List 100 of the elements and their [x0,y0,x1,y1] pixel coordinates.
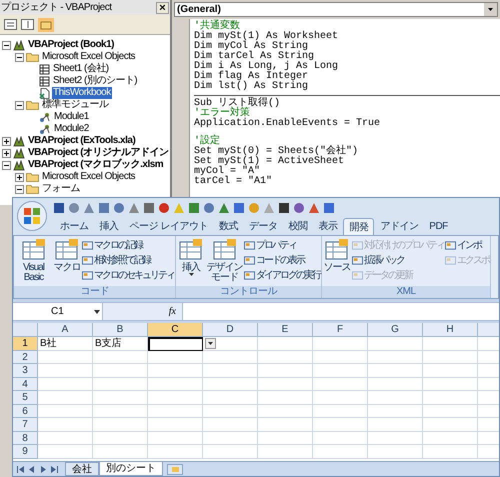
command-icon [244,270,255,281]
code-line: Dim flag As Integer [194,72,310,82]
command-icon [82,255,93,266]
tree-item[interactable]: Module2 [53,123,90,135]
tree-item[interactable]: Module1 [53,111,90,123]
expand-icon[interactable] [2,136,11,146]
ribbon-tab[interactable]: ホーム [55,218,94,235]
column-header[interactable] [478,323,499,337]
sheet-navigation-icon[interactable] [17,466,61,472]
sheet-tab[interactable]: 会社 [65,462,99,476]
project-icon [13,40,25,50]
ribbon-command[interactable]: ダイアログの実行 [256,268,320,283]
column-header[interactable]: H [423,323,478,337]
ribbon-command[interactable]: マクロの記録 [94,238,142,253]
grid-cell[interactable]: B支店 [93,337,148,350]
tree-item[interactable]: フォーム [41,183,81,195]
tree-item[interactable]: Microsoft Excel Objects [41,171,136,183]
ribbon-tab[interactable]: ページ レイアウト [124,218,213,235]
code-comment: '設定 [194,137,220,147]
tree-item[interactable]: Sheet2 (別のシート) [52,75,138,87]
row-header[interactable]: 6 [13,404,38,418]
column-header[interactable]: F [313,323,368,337]
toolbar-icon[interactable] [143,202,155,214]
select-all-button[interactable] [13,323,38,337]
code-line: tarCel = "A1" [194,177,274,187]
ribbon-command[interactable]: プロパティ [256,238,296,253]
close-button[interactable]: × [156,2,169,14]
ribbon-tab[interactable]: アドイン [375,218,424,235]
ribbon-button[interactable]: ソース [323,238,351,286]
ribbon-tab[interactable]: 開発 [343,218,374,235]
collapse-icon[interactable] [15,100,24,110]
tree-item[interactable]: ThisWorkbook [52,87,112,99]
sheet-icon [39,76,50,86]
ribbon-command[interactable]: コードの表示 [256,253,304,268]
code-line: Set mySt(0) = Sheets("会社") [194,147,360,157]
folder-icon [26,184,39,194]
row-header[interactable]: 5 [13,391,38,404]
tree-item[interactable]: 標準モジュール [41,99,110,111]
code-line: Dim lst() As String [194,82,310,92]
ribbon-tab[interactable]: 挿入 [94,218,124,235]
insert-sheet-icon[interactable] [167,464,183,474]
expand-icon[interactable] [2,148,11,158]
column-header[interactable]: E [258,323,313,337]
view-code-icon[interactable] [21,19,34,30]
sheet-tab[interactable]: 別のシート [99,462,163,476]
tree-item[interactable]: VBAProject (オリジナルアドイン [27,147,170,159]
column-header[interactable]: B [93,323,148,337]
ribbon-tab[interactable]: 校閲 [283,218,312,235]
toolbar-icon[interactable] [53,202,65,214]
view-object-icon[interactable] [4,19,17,30]
ribbon-command[interactable]: マクロのセキュリティ [94,268,174,283]
command-icon [82,270,93,281]
collapse-icon[interactable] [15,52,24,62]
project-icon [13,136,25,146]
ribbon-button[interactable]: 挿入 [177,238,205,286]
tree-item[interactable]: VBAProject (マクロブック.xlsm [27,159,164,171]
tree-item[interactable]: Sheet1 (会社) [52,63,110,75]
grid-cell[interactable] [148,337,203,350]
command-icon [244,240,255,251]
toolbar-icon[interactable] [278,202,290,214]
ribbon-button[interactable]: Visual Basic [15,238,52,286]
function-button[interactable]: fx [168,304,176,319]
command-icon [352,240,363,251]
ribbon-command[interactable]: インポ [457,238,481,253]
folder-toggle-icon[interactable] [38,18,54,32]
ribbon-command[interactable]: 相対参照で記録 [94,253,150,268]
row-header[interactable]: 8 [13,432,38,445]
row-header[interactable]: 9 [13,445,38,458]
row-header[interactable]: 3 [13,364,38,378]
object-dropdown[interactable]: (General) [174,2,498,17]
ribbon-tab[interactable]: 表示 [313,218,342,235]
collapse-icon[interactable] [15,184,24,194]
column-header[interactable]: A [38,323,93,337]
row-header[interactable]: 2 [13,350,38,364]
row-header[interactable]: 4 [13,378,38,391]
ribbon-button[interactable]: マクロ [53,238,81,286]
command-icon [20,238,46,262]
ribbon-tab[interactable]: PDF [424,218,453,235]
column-header[interactable]: D [203,323,258,337]
toolbar-icon[interactable] [293,202,305,214]
code-comment: '共通変数 [194,22,240,32]
tree-item[interactable]: Microsoft Excel Objects [41,51,136,63]
tree-item[interactable]: VBAProject (ExTools.xla) [27,135,136,147]
column-header[interactable]: G [368,323,423,337]
ribbon-command[interactable]: 拡張パック [364,253,404,268]
row-header[interactable]: 1 [13,337,38,350]
ribbon-button[interactable]: デザインモード [206,238,243,286]
tree-item[interactable]: VBAProject (Book1) [27,39,116,51]
collapse-icon[interactable] [2,160,11,170]
collapse-icon[interactable] [2,40,11,50]
expand-icon[interactable] [15,172,24,182]
code-line: Dim i As Long, j As Long [194,62,340,72]
group-label: コントロール [176,286,321,298]
code-line: Application.EnableEvents = True [194,119,382,129]
grid-cell[interactable]: B社 [38,337,93,350]
row-header[interactable]: 7 [13,418,38,432]
ribbon-tab[interactable]: 数式 [214,218,243,235]
group-label: XML [322,286,490,298]
ribbon-tab[interactable]: データ [244,218,282,235]
column-header[interactable]: C [148,323,203,337]
